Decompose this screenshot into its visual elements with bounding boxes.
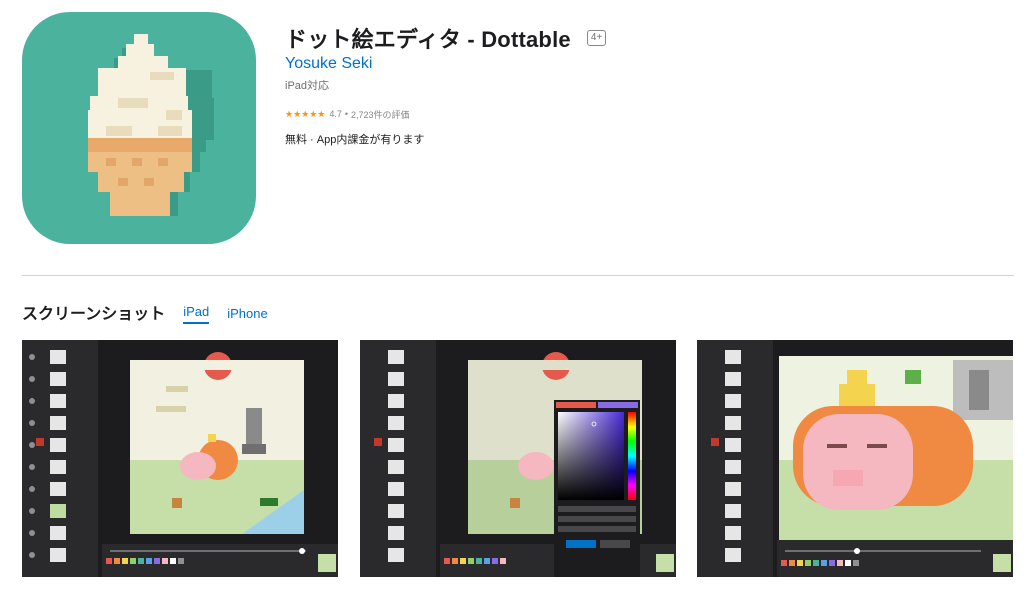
screenshot-2[interactable] [360,340,676,577]
app-header: ドット絵エディタ - Dottable 4+ Yosuke Seki iPad対… [285,24,1005,147]
rating-row: ★★★★★ 4.7 • 2,723件の評価 [285,107,1005,121]
rating-count: 2,723件の評価 [351,109,410,120]
screenshot-1[interactable] [22,340,338,577]
screenshot-3[interactable] [697,340,1013,577]
screenshots-title: スクリーンショット [22,306,166,323]
age-rating-badge: 4+ [586,30,607,46]
app-title: ドット絵エディタ - Dottable [285,27,571,52]
section-divider [22,275,1014,276]
rating-value: 4.7 [329,109,342,119]
rating-separator: • [344,109,349,119]
rating-stars-icon: ★★★★★ [285,108,326,119]
price-text: 無料 · App内課金が有ります [285,134,425,146]
tab-ipad[interactable]: iPad [183,304,210,324]
compatibility-text: iPad対応 [285,80,330,92]
tab-iphone[interactable]: iPhone [227,306,267,324]
developer-link[interactable]: Yosuke Seki [285,53,1005,75]
screenshots-header: スクリーンショット iPad iPhone [22,300,268,324]
soft-serve-icon [88,34,214,216]
app-icon [22,12,256,244]
